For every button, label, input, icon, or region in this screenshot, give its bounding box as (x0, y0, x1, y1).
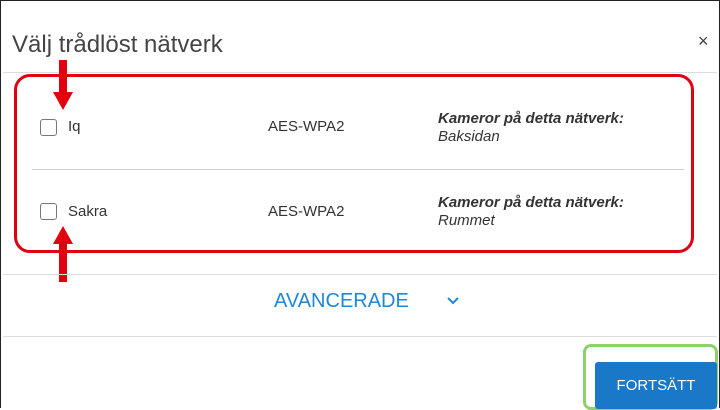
red-arrow-down-icon (53, 60, 73, 110)
continue-button[interactable]: FORTSÄTT (595, 362, 717, 409)
section-divider (3, 274, 717, 275)
chevron-down-icon[interactable] (446, 296, 460, 306)
footer-divider (3, 336, 717, 337)
close-icon[interactable]: × (698, 31, 709, 52)
advanced-toggle[interactable]: AVANCERADE (274, 290, 409, 313)
header-divider (3, 72, 717, 73)
dialog-title: Välj trådlöst nätverk (12, 31, 223, 58)
networks-highlight-box (14, 74, 694, 253)
